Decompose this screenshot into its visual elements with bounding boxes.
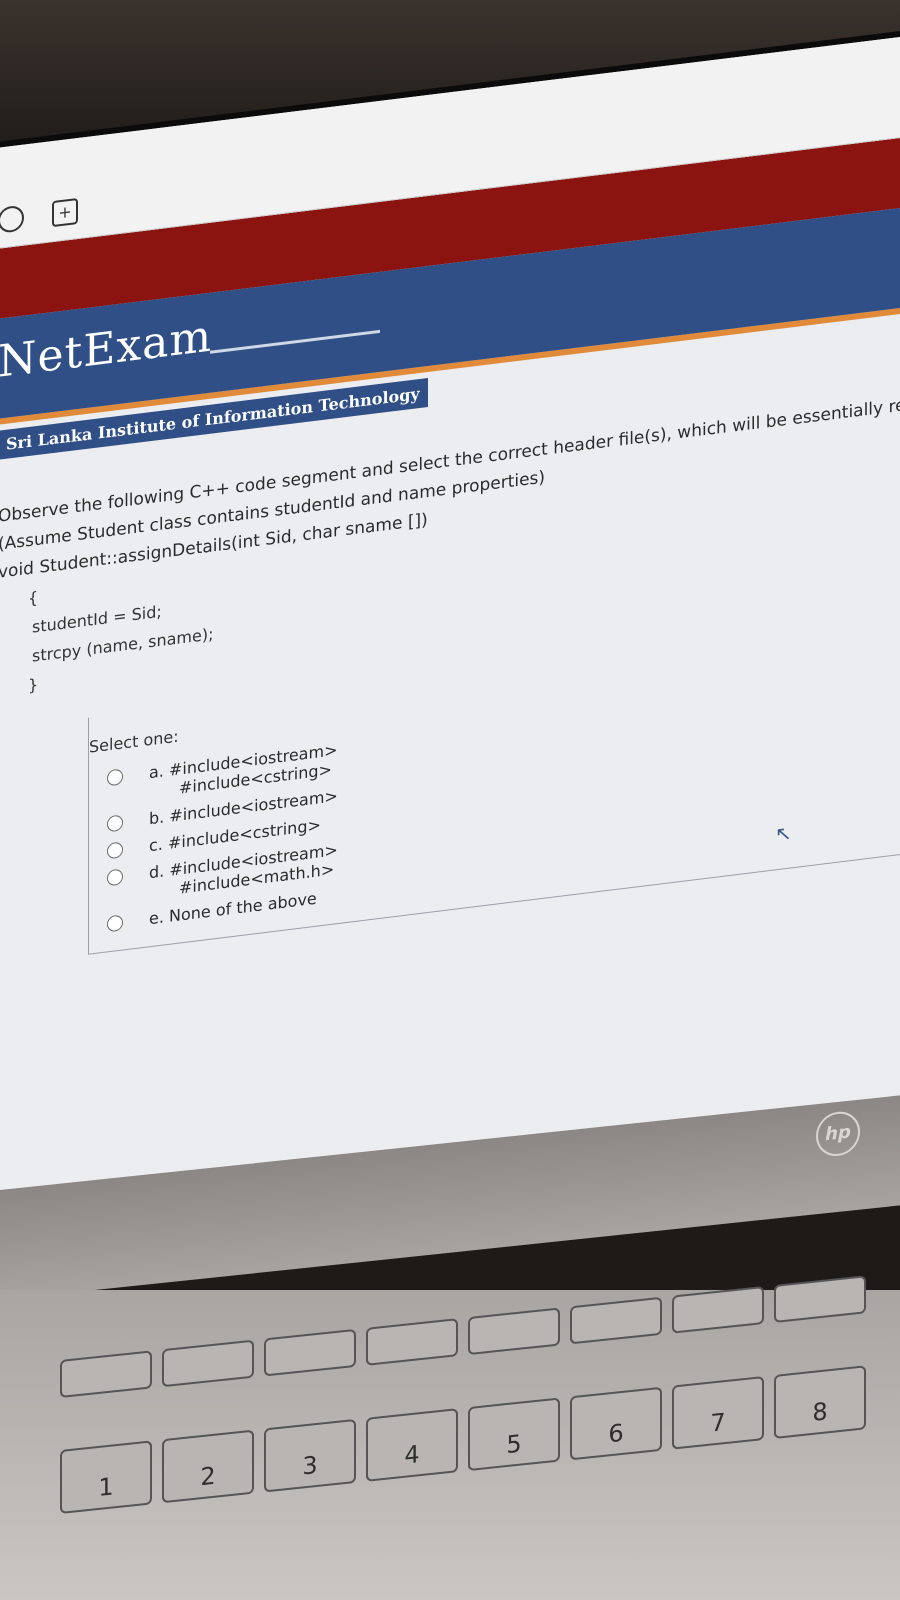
- function-key[interactable]: [366, 1318, 458, 1366]
- function-key[interactable]: [264, 1328, 356, 1377]
- radio-button[interactable]: [107, 768, 123, 787]
- laptop-keyboard: 1 2 3 4 5 6 7 8: [0, 1275, 900, 1600]
- radio-button[interactable]: [107, 868, 123, 887]
- hp-logo: hp: [816, 1109, 860, 1159]
- function-key[interactable]: [60, 1350, 152, 1398]
- radio-button[interactable]: [107, 814, 123, 833]
- function-key[interactable]: [672, 1286, 764, 1334]
- key-2[interactable]: 2: [162, 1429, 254, 1504]
- number-key-row: 1 2 3 4 5 6 7 8: [60, 1365, 866, 1514]
- key-7[interactable]: 7: [672, 1376, 764, 1450]
- key-5[interactable]: 5: [468, 1397, 560, 1472]
- key-8[interactable]: 8: [774, 1365, 866, 1439]
- logo-underline: [210, 329, 380, 354]
- netexam-logo: NetExam: [0, 310, 213, 388]
- key-1[interactable]: 1: [60, 1440, 152, 1514]
- mouse-cursor-icon: ↖: [775, 820, 792, 847]
- function-key[interactable]: [468, 1307, 560, 1356]
- refresh-icon[interactable]: [0, 204, 24, 234]
- laptop-screen: + NetExam Sri Lanka Institute of Informa…: [0, 32, 900, 1270]
- key-3[interactable]: 3: [264, 1418, 356, 1493]
- key-4[interactable]: 4: [366, 1408, 458, 1482]
- function-key[interactable]: [570, 1296, 662, 1345]
- function-key[interactable]: [774, 1275, 866, 1323]
- radio-button[interactable]: [107, 914, 123, 933]
- function-key[interactable]: [162, 1339, 254, 1388]
- key-6[interactable]: 6: [570, 1386, 662, 1461]
- radio-button[interactable]: [107, 841, 123, 860]
- new-tab-icon[interactable]: +: [52, 197, 78, 228]
